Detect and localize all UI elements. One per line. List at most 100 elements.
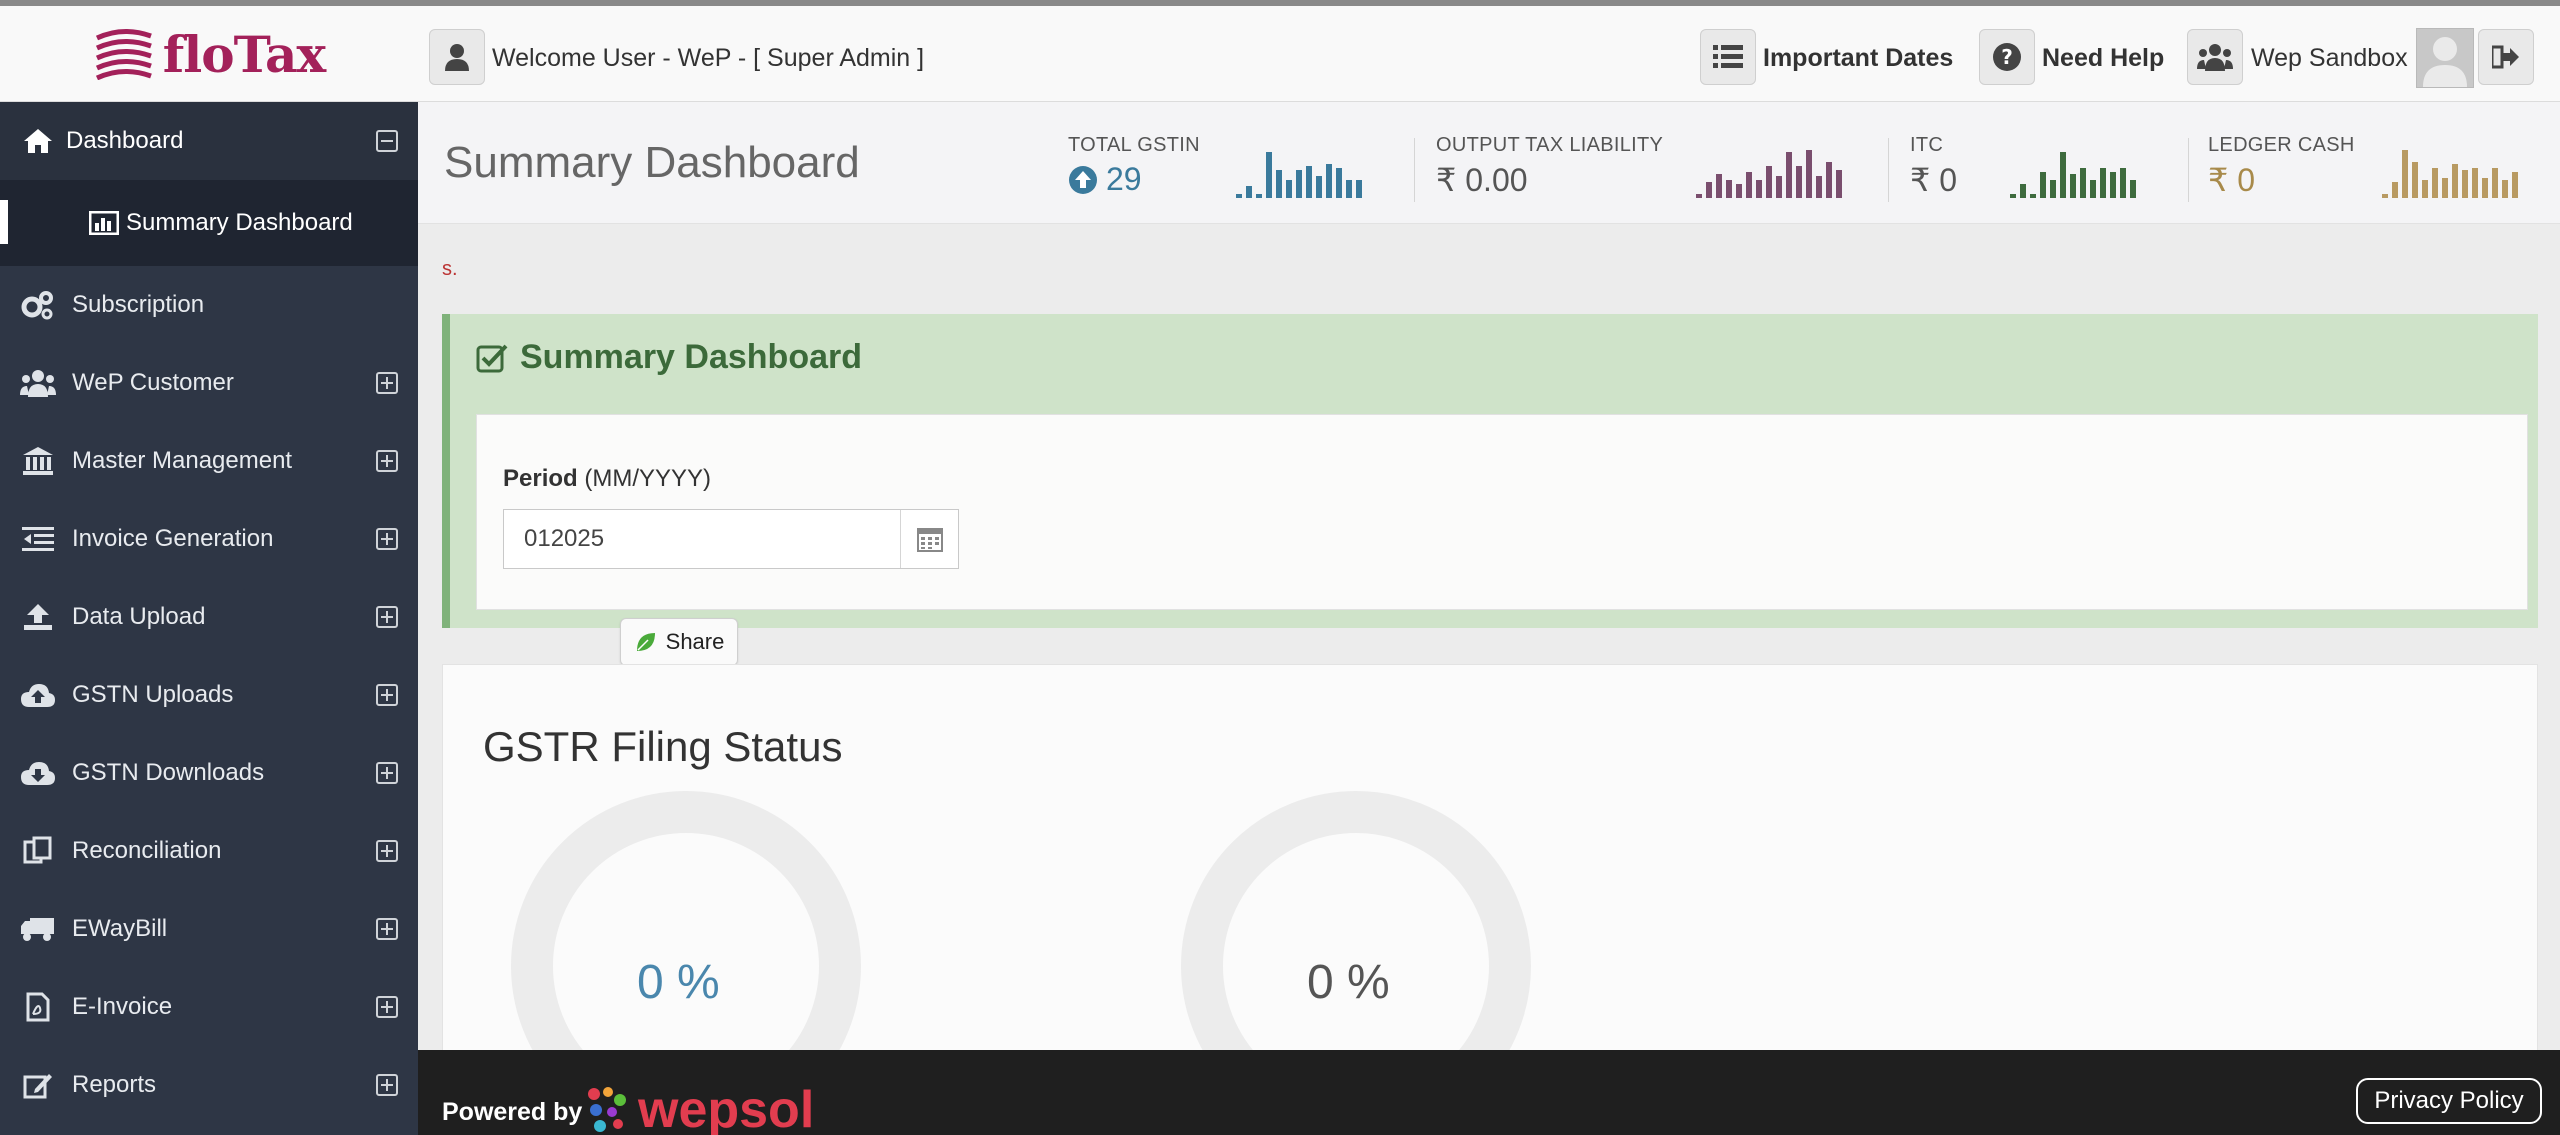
upload-icon bbox=[18, 600, 58, 634]
expand-icon[interactable] bbox=[376, 918, 398, 940]
expand-icon[interactable] bbox=[376, 450, 398, 472]
stat-label: OUTPUT TAX LIABILITY bbox=[1436, 134, 1664, 156]
expand-icon[interactable] bbox=[376, 1074, 398, 1096]
logout-button[interactable] bbox=[2478, 29, 2534, 85]
cloud-download-icon bbox=[18, 756, 58, 790]
panel-body: Period (MM/YYYY) bbox=[476, 414, 2528, 610]
important-dates-label[interactable]: Important Dates bbox=[1763, 44, 1953, 73]
expand-icon[interactable] bbox=[376, 528, 398, 550]
sidebar-item-label: Data Upload bbox=[72, 603, 206, 630]
collapse-icon[interactable] bbox=[376, 130, 398, 152]
wepsol-logo-mark-icon bbox=[588, 1087, 626, 1132]
users-icon bbox=[2197, 44, 2233, 71]
user-profile-button[interactable] bbox=[429, 29, 485, 85]
share-button[interactable]: Share bbox=[620, 618, 738, 666]
sidebar-item-dashboard[interactable]: Dashboard bbox=[0, 102, 418, 180]
top-bar: floTax Welcome User - WeP - [ Super Admi… bbox=[0, 0, 2560, 102]
sidebar-item-label: GSTN Downloads bbox=[72, 759, 265, 786]
stat-output-tax-liability: OUTPUT TAX LIABILITY ₹ 0.00 bbox=[1436, 134, 1663, 199]
expand-icon[interactable] bbox=[376, 372, 398, 394]
need-help-label[interactable]: Need Help bbox=[2042, 44, 2164, 73]
wepsol-brand[interactable]: wepsol bbox=[638, 1080, 814, 1135]
gstr-filing-status-card: GSTR Filing Status 0 % 0 % bbox=[442, 664, 2538, 1135]
sidebar-item-gstn-uploads[interactable]: GSTN Uploads bbox=[0, 656, 418, 734]
calendar-icon bbox=[916, 528, 943, 552]
check-square-icon bbox=[476, 344, 508, 372]
sidebar-item-invoice-generation[interactable]: Invoice Generation bbox=[0, 500, 418, 578]
sidebar-item-reconciliation[interactable]: Reconciliation bbox=[0, 812, 418, 890]
period-label-format: (MM/YYYY) bbox=[577, 465, 712, 492]
active-marker bbox=[0, 200, 8, 244]
sidebar-item-label: Summary Dashboard bbox=[126, 209, 353, 236]
period-label-bold: Period bbox=[503, 465, 578, 492]
indent-icon bbox=[18, 522, 58, 556]
gstr-donut-2-value: 0 % bbox=[1307, 956, 1390, 1009]
summary-panel: Summary Dashboard Period (MM/YYYY) bbox=[442, 314, 2538, 628]
sidebar-item-ewaybill[interactable]: EWayBill bbox=[0, 890, 418, 968]
sparkline-ledger-cash bbox=[2382, 150, 2518, 198]
arrow-circle-up-icon bbox=[1069, 165, 1097, 194]
privacy-policy-button[interactable]: Privacy Policy bbox=[2356, 1078, 2542, 1124]
expand-icon[interactable] bbox=[376, 762, 398, 784]
sidebar-item-label: GSTN Uploads bbox=[72, 681, 234, 708]
period-label: Period (MM/YYYY) bbox=[503, 465, 711, 493]
stat-value: 29 bbox=[1106, 161, 1142, 197]
stat-itc: ITC ₹ 0 bbox=[1910, 134, 1957, 199]
sidebar-item-label: Invoice Generation bbox=[72, 525, 274, 552]
sidebar-item-master-management[interactable]: Master Management bbox=[0, 422, 418, 500]
edit-icon bbox=[18, 1068, 58, 1102]
flotax-logo[interactable]: floTax bbox=[0, 6, 418, 102]
stat-label: TOTAL GSTIN bbox=[1068, 134, 1200, 156]
sidebar-item-label: Reports bbox=[72, 1071, 157, 1098]
sparkline-output-tax bbox=[1696, 150, 1842, 198]
gstr-donut-1-value: 0 % bbox=[637, 956, 720, 1009]
brand-name: floTax bbox=[162, 24, 326, 84]
sidebar-item-wep-customer[interactable]: WeP Customer bbox=[0, 344, 418, 422]
panel-title-text: Summary Dashboard bbox=[520, 338, 862, 376]
stat-divider bbox=[1414, 138, 1415, 202]
stat-total-gstin: TOTAL GSTIN 29 bbox=[1068, 134, 1200, 198]
page-header: Summary Dashboard TOTAL GSTIN 29 OUTPUT … bbox=[418, 102, 2560, 224]
area-chart-icon bbox=[84, 206, 124, 240]
expand-icon[interactable] bbox=[376, 684, 398, 706]
page-title: Summary Dashboard bbox=[444, 138, 860, 187]
important-dates-button[interactable] bbox=[1700, 29, 1756, 85]
sidebar-item-subscription[interactable]: Subscription bbox=[0, 266, 418, 344]
sidebar-item-gstn-downloads[interactable]: GSTN Downloads bbox=[0, 734, 418, 812]
sidebar-item-data-upload[interactable]: Data Upload bbox=[0, 578, 418, 656]
calendar-button[interactable] bbox=[900, 510, 958, 568]
sidebar-item-summary-dashboard[interactable]: Summary Dashboard bbox=[0, 180, 418, 266]
powered-by-text: Powered by bbox=[442, 1098, 583, 1126]
truck-icon bbox=[18, 912, 58, 946]
sidebar-item-e-invoice[interactable]: E-Invoice bbox=[0, 968, 418, 1046]
period-input[interactable] bbox=[504, 510, 900, 568]
user-icon bbox=[445, 44, 469, 71]
sidebar-item-reports[interactable]: Reports bbox=[0, 1046, 418, 1124]
sidebar-item-label: Subscription bbox=[72, 291, 205, 318]
sidebar-item-label: EWayBill bbox=[72, 915, 168, 942]
leaf-icon bbox=[636, 633, 655, 651]
stat-value: ₹ 0 bbox=[2208, 162, 2256, 198]
sidebar-item-label: Reconciliation bbox=[72, 837, 222, 864]
notice-text: s. bbox=[442, 258, 458, 280]
stat-value: ₹ 0 bbox=[1910, 162, 1958, 198]
list-icon bbox=[1713, 45, 1743, 68]
bank-icon bbox=[18, 444, 58, 478]
stat-divider bbox=[2188, 138, 2189, 202]
copy-icon bbox=[18, 834, 58, 868]
powered-by: Powered by bbox=[442, 1098, 582, 1127]
avatar[interactable] bbox=[2416, 28, 2474, 88]
need-help-button[interactable]: ? bbox=[1979, 29, 2035, 85]
users-icon bbox=[18, 366, 58, 400]
stat-divider bbox=[1888, 138, 1889, 202]
sidebar-item-label: Master Management bbox=[72, 447, 293, 474]
expand-icon[interactable] bbox=[376, 840, 398, 862]
sparkline-itc bbox=[2010, 152, 2136, 198]
flotax-logo-mark-icon bbox=[95, 29, 152, 80]
sandbox-switch-button[interactable] bbox=[2187, 29, 2243, 85]
panel-title: Summary Dashboard bbox=[476, 338, 862, 377]
expand-icon[interactable] bbox=[376, 606, 398, 628]
cloud-upload-icon bbox=[18, 678, 58, 712]
expand-icon[interactable] bbox=[376, 996, 398, 1018]
avatar-silhouette-icon bbox=[2423, 37, 2467, 87]
